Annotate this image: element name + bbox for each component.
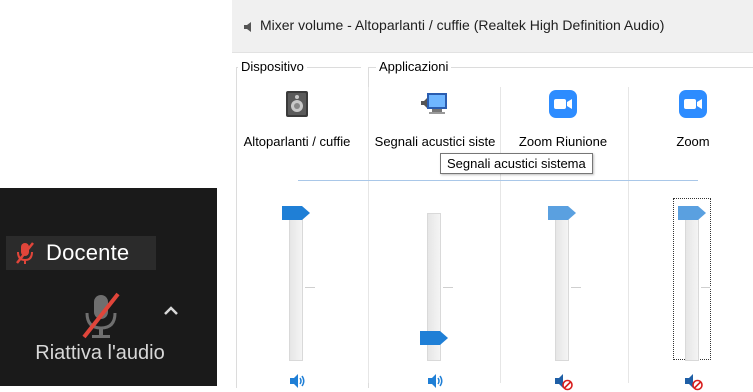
unmute-button[interactable]: Riattiva l'audio — [0, 288, 200, 378]
muted-mic-icon — [82, 292, 120, 339]
speaker-icon — [244, 22, 251, 32]
channel-name: Altoparlanti / cuffie — [243, 134, 351, 149]
speaker-mute-toggle-icon[interactable] — [424, 370, 446, 392]
chevron-up-icon[interactable] — [158, 298, 184, 324]
channel-name: Zoom Riunione — [518, 134, 608, 149]
channel-speakers: Altoparlanti / cuffie — [232, 85, 362, 388]
muted-mic-icon — [16, 242, 34, 264]
apps-group-label: Applicazioni — [376, 59, 452, 74]
slider-tick — [305, 287, 315, 288]
device-group-label: Dispositivo — [238, 59, 307, 74]
channel-zoom: Zoom — [628, 85, 753, 391]
volume-mixer-window: Mixer volume - Altoparlanti / cuffie (Re… — [232, 0, 753, 391]
volume-slider-thumb[interactable] — [282, 206, 312, 220]
volume-slider-thumb[interactable] — [678, 206, 708, 220]
system-sounds-icon — [421, 93, 447, 114]
volume-track[interactable] — [289, 213, 303, 361]
speaker-device-icon — [286, 91, 308, 117]
volume-slider-thumb[interactable] — [548, 206, 578, 220]
slider-tick — [701, 287, 711, 288]
window-title: Mixer volume - Altoparlanti / cuffie (Re… — [260, 17, 665, 33]
speaker-muted-icon[interactable] — [682, 370, 704, 392]
volume-slider-thumb[interactable] — [420, 330, 450, 345]
channel-system-sounds: Segnali acustici siste — [370, 85, 500, 388]
unmute-label: Riattiva l'audio — [35, 342, 165, 364]
channel-name: Zoom — [676, 134, 710, 149]
participant-name-tag: Docente — [6, 236, 156, 270]
zoom-camera-icon — [549, 90, 577, 118]
speaker-muted-icon[interactable] — [552, 370, 574, 392]
slider-tick — [443, 287, 453, 288]
zoom-meeting-panel: Docente Riattiva l'audio — [0, 188, 217, 386]
volume-track[interactable] — [685, 213, 699, 361]
mixer-client-area: Dispositivo Applicazioni Altoparlanti / … — [232, 53, 753, 391]
channel-name: Segnali acustici siste — [374, 134, 496, 149]
tooltip: Segnali acustici sistema — [440, 153, 593, 174]
volume-track[interactable] — [555, 213, 569, 361]
participant-name: Docente — [46, 240, 130, 265]
separator — [368, 87, 369, 383]
channel-zoom-riunione: Zoom Riunione — [498, 85, 628, 391]
speaker-mute-toggle-icon[interactable] — [286, 370, 308, 392]
zoom-camera-icon — [679, 90, 707, 118]
slider-tick — [571, 287, 581, 288]
title-bar: Mixer volume - Altoparlanti / cuffie (Re… — [232, 0, 753, 53]
